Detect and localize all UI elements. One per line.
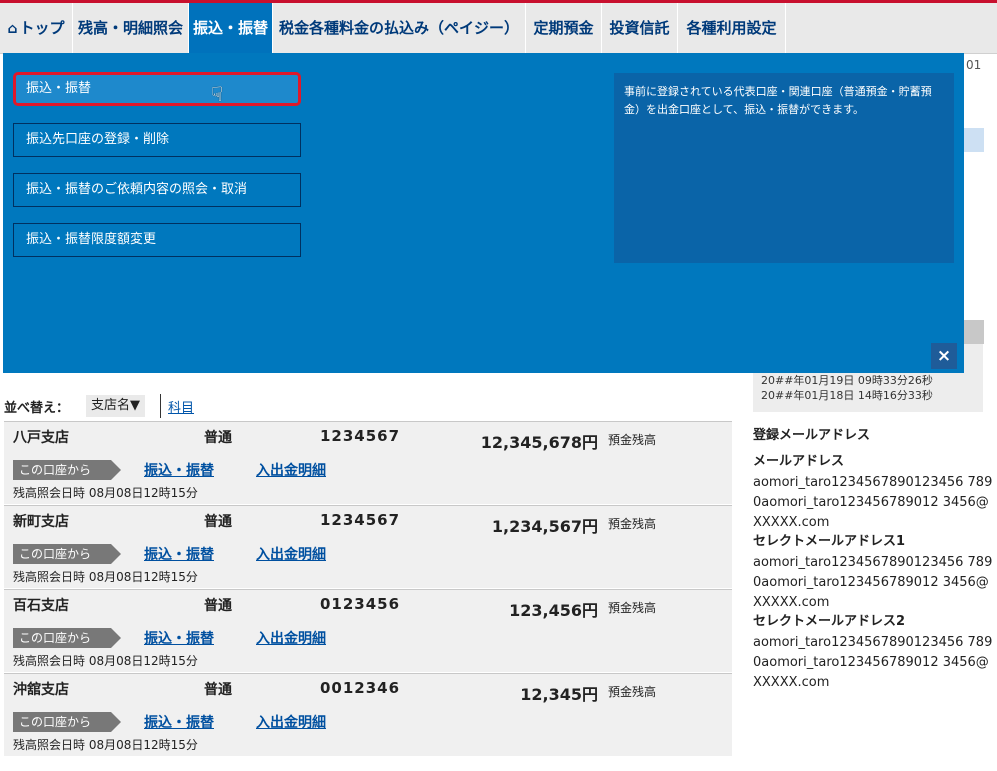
statement-link[interactable]: 入出金明細 bbox=[256, 544, 326, 564]
account-branch: 新町支店 bbox=[13, 514, 69, 530]
sort-by-branch-button[interactable]: 支店名▼ bbox=[86, 395, 145, 417]
balance-inquiry-time: 残高照会日時 08月08日12時15分 bbox=[13, 570, 198, 584]
email-section-title: 登録メールアドレス bbox=[753, 424, 993, 447]
account-branch: 百石支店 bbox=[13, 598, 69, 614]
account-balance: 1,234,567円 bbox=[491, 517, 598, 536]
account-type: 普通 bbox=[204, 682, 232, 698]
close-menu-button[interactable]: × bbox=[931, 343, 957, 369]
sort-label: 並べ替え： bbox=[4, 401, 70, 416]
account-number: 0012346 bbox=[320, 679, 401, 697]
email-block: メールアドレス aomori_taro1234567890123456 7890… bbox=[753, 450, 993, 533]
statement-link[interactable]: 入出金明細 bbox=[256, 628, 326, 648]
menu-item-payee-registration[interactable]: 振込先口座の登録・削除 bbox=[13, 123, 301, 157]
account-branch: 沖舘支店 bbox=[13, 682, 69, 698]
account-type: 普通 bbox=[204, 514, 232, 530]
balance-label: 預金残高 bbox=[608, 433, 657, 447]
balance-label: 預金残高 bbox=[608, 601, 657, 615]
from-this-account-tag: この口座から bbox=[13, 628, 121, 648]
menu-item-limit-change[interactable]: 振込・振替限度額変更 bbox=[13, 223, 301, 257]
sort-divider bbox=[160, 394, 161, 418]
right-panel-header-fragment bbox=[964, 128, 984, 152]
account-row: 八戸支店 普通 1234567 12,345,678円 預金残高 この口座から … bbox=[4, 421, 732, 504]
menu-item-transfer[interactable]: 振込・振替 bbox=[13, 72, 301, 106]
email-value: aomori_taro1234567890123456 7890aomori_t… bbox=[753, 555, 993, 610]
from-this-account-tag: この口座から bbox=[13, 544, 121, 564]
balance-inquiry-time: 残高照会日時 08月08日12時15分 bbox=[13, 486, 198, 500]
close-icon: × bbox=[936, 346, 952, 366]
hand-cursor-icon: ☟ bbox=[211, 82, 224, 106]
menu-description: 事前に登録されている代表口座・関連口座（普通預金・貯蓄預金）を出金口座として、振… bbox=[614, 73, 954, 263]
transfer-link[interactable]: 振込・振替 bbox=[144, 628, 214, 648]
select-email-2-block: セレクトメールアドレス2 aomori_taro1234567890123456… bbox=[753, 610, 993, 693]
nav-investment-trust[interactable]: 投資信託 bbox=[602, 3, 678, 53]
partial-date-text: 01 bbox=[966, 58, 982, 72]
account-row: 百石支店 普通 0123456 123,456円 預金残高 この口座から 振込・… bbox=[4, 589, 732, 672]
statement-link[interactable]: 入出金明細 bbox=[256, 460, 326, 480]
email-section-heading: 登録メールアドレス bbox=[753, 428, 871, 443]
account-balance: 12,345,678円 bbox=[480, 433, 598, 452]
nav-settings[interactable]: 各種利用設定 bbox=[678, 3, 786, 53]
email-value: aomori_taro1234567890123456 7890aomori_t… bbox=[753, 635, 993, 690]
account-row: 新町支店 普通 1234567 1,234,567円 預金残高 この口座から 振… bbox=[4, 505, 732, 588]
account-number: 0123456 bbox=[320, 595, 401, 613]
nav-time-deposit[interactable]: 定期預金 bbox=[526, 3, 602, 53]
balance-inquiry-time: 残高照会日時 08月08日12時15分 bbox=[13, 738, 198, 752]
email-label: メールアドレス bbox=[753, 454, 845, 469]
balance-label: 預金残高 bbox=[608, 517, 657, 531]
account-row: 沖舘支店 普通 0012346 12,345円 預金残高 この口座から 振込・振… bbox=[4, 673, 732, 756]
transfer-mega-menu: 振込・振替 振込先口座の登録・削除 振込・振替のご依頼内容の照会・取消 振込・振… bbox=[3, 53, 964, 373]
from-this-account-tag: この口座から bbox=[13, 712, 121, 732]
login-time: 20##年01月19日 09時33分26秒 bbox=[761, 374, 933, 387]
account-balance: 12,345円 bbox=[520, 685, 598, 704]
statement-link[interactable]: 入出金明細 bbox=[256, 712, 326, 732]
transfer-link[interactable]: 振込・振替 bbox=[144, 712, 214, 732]
nav-top[interactable]: ⌂ トップ bbox=[0, 3, 73, 53]
email-value: aomori_taro1234567890123456 7890aomori_t… bbox=[753, 475, 993, 530]
account-number: 1234567 bbox=[320, 511, 401, 529]
account-branch: 八戸支店 bbox=[13, 430, 69, 446]
menu-item-request-inquiry[interactable]: 振込・振替のご依頼内容の照会・取消 bbox=[13, 173, 301, 207]
nav-payeasy[interactable]: 税金各種料金の払込み（ペイジー） bbox=[273, 3, 526, 53]
nav-top-label: トップ bbox=[19, 19, 65, 37]
account-type: 普通 bbox=[204, 430, 232, 446]
home-icon: ⌂ bbox=[7, 21, 18, 37]
balance-label: 預金残高 bbox=[608, 685, 657, 699]
email-label: セレクトメールアドレス2 bbox=[753, 614, 906, 629]
email-label: セレクトメールアドレス1 bbox=[753, 534, 906, 549]
from-this-account-tag: この口座から bbox=[13, 460, 121, 480]
account-balance: 123,456円 bbox=[509, 601, 598, 620]
account-type: 普通 bbox=[204, 598, 232, 614]
right-panel-header-fragment-2 bbox=[964, 320, 984, 344]
nav-balance-inquiry[interactable]: 残高・明細照会 bbox=[73, 3, 189, 53]
transfer-link[interactable]: 振込・振替 bbox=[144, 544, 214, 564]
balance-inquiry-time: 残高照会日時 08月08日12時15分 bbox=[13, 654, 198, 668]
sort-by-subject-link[interactable]: 科目 bbox=[168, 397, 194, 416]
transfer-link[interactable]: 振込・振替 bbox=[144, 460, 214, 480]
login-time: 20##年01月18日 14時16分33秒 bbox=[761, 389, 933, 402]
select-email-1-block: セレクトメールアドレス1 aomori_taro1234567890123456… bbox=[753, 530, 993, 613]
nav-transfer[interactable]: 振込・振替 bbox=[189, 3, 273, 53]
main-nav: ⌂ トップ 残高・明細照会 振込・振替 税金各種料金の払込み（ペイジー） 定期預金… bbox=[0, 3, 997, 54]
account-number: 1234567 bbox=[320, 427, 401, 445]
